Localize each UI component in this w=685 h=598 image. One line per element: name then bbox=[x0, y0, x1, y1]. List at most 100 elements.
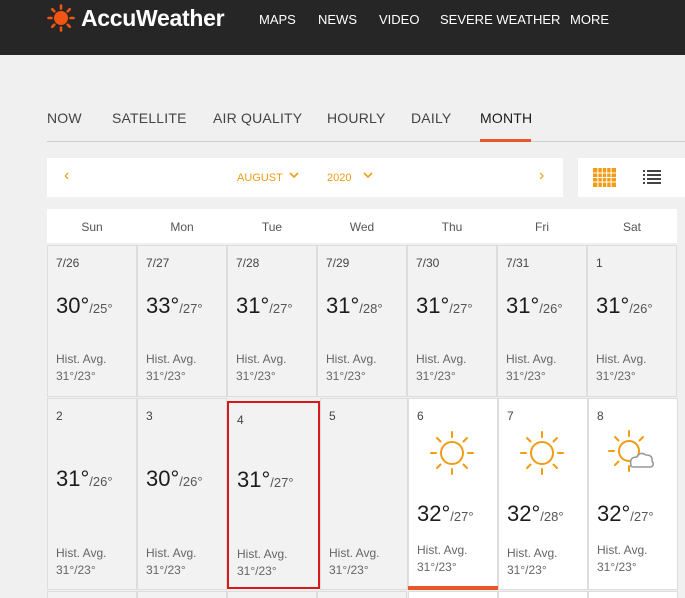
tab-daily[interactable]: DAILY bbox=[411, 110, 451, 126]
hist-avg-label: Hist. Avg. bbox=[146, 352, 197, 366]
tab-satellite[interactable]: SATELLITE bbox=[112, 110, 187, 126]
calendar-day-cell[interactable]: 2 31°/26° Hist. Avg. 31°/23° bbox=[47, 398, 137, 590]
high-temp: 30° bbox=[56, 293, 90, 318]
accuweather-logo[interactable]: AccuWeather bbox=[47, 3, 225, 33]
high-temp: 31° bbox=[506, 293, 540, 318]
sun-icon bbox=[520, 431, 564, 475]
high-temp: 31° bbox=[596, 293, 630, 318]
hist-avg-value: 31°/23° bbox=[326, 369, 366, 383]
calendar-day-cell[interactable]: 7 32°/28° Hist. Avg. 31°/23° bbox=[498, 398, 588, 590]
hist-avg-label: Hist. Avg. bbox=[596, 352, 647, 366]
low-temp: /27° bbox=[269, 301, 293, 316]
hist-avg-value: 31°/23° bbox=[507, 563, 547, 577]
hist-avg-value: 31°/23° bbox=[236, 369, 276, 383]
nav-video[interactable]: VIDEO bbox=[379, 12, 419, 27]
tab-now[interactable]: NOW bbox=[47, 110, 82, 126]
high-temp: 31° bbox=[237, 467, 271, 492]
high-temp: 32° bbox=[417, 501, 451, 526]
calendar-day-cell[interactable] bbox=[408, 591, 498, 598]
low-temp: /26° bbox=[89, 474, 113, 489]
calendar-day-cell[interactable]: 8 32°/27° Hist. Avg. 31°/23° bbox=[588, 398, 678, 590]
calendar-day-cell[interactable] bbox=[227, 591, 317, 598]
tab-air-quality[interactable]: AIR QUALITY bbox=[213, 110, 302, 126]
weekday-header: Fri bbox=[497, 209, 587, 243]
weekday-header: Thu bbox=[407, 209, 497, 243]
calendar-day-cell[interactable]: 1 31°/26° Hist. Avg. 31°/23° bbox=[587, 245, 677, 397]
low-temp: /25° bbox=[89, 301, 113, 316]
low-temp: /27° bbox=[179, 301, 203, 316]
calendar-day-cell[interactable]: 3 30°/26° Hist. Avg. 31°/23° bbox=[137, 398, 227, 590]
calendar-day-cell[interactable] bbox=[588, 591, 678, 598]
low-temp: /26° bbox=[179, 474, 203, 489]
low-temp: /28° bbox=[540, 509, 564, 524]
day-date: 7/30 bbox=[416, 256, 440, 270]
day-date: 7/28 bbox=[236, 256, 260, 270]
previous-month-button[interactable]: ‹ bbox=[64, 167, 69, 185]
hist-avg-value: 31°/23° bbox=[596, 369, 636, 383]
tab-hourly[interactable]: HOURLY bbox=[327, 110, 386, 126]
calendar-day-cell[interactable] bbox=[317, 591, 407, 598]
hist-avg-label: Hist. Avg. bbox=[326, 352, 377, 366]
high-temp: 30° bbox=[146, 466, 180, 491]
calendar-day-cell[interactable] bbox=[498, 591, 588, 598]
calendar-day-cell[interactable]: 7/26 30°/25° Hist. Avg. 31°/23° bbox=[47, 245, 137, 397]
hist-avg-label: Hist. Avg. bbox=[236, 352, 287, 366]
nav-more[interactable]: MORE bbox=[570, 12, 609, 27]
calendar-day-cell-today[interactable]: 6 32°/27° Hist. Avg. 31°/23° bbox=[408, 398, 498, 590]
high-temp: 32° bbox=[507, 501, 541, 526]
low-temp: /26° bbox=[539, 301, 563, 316]
weekday-header: Sun bbox=[47, 209, 137, 243]
high-temp: 31° bbox=[326, 293, 360, 318]
low-temp: /27° bbox=[630, 509, 654, 524]
day-date: 1 bbox=[596, 256, 603, 270]
sun-logo-icon bbox=[47, 4, 75, 32]
calendar-day-cell[interactable] bbox=[137, 591, 227, 598]
hist-avg-value: 31°/23° bbox=[417, 560, 457, 574]
hist-avg-label: Hist. Avg. bbox=[507, 546, 558, 560]
weekday-header: Mon bbox=[137, 209, 227, 243]
hist-avg-value: 31°/23° bbox=[506, 369, 546, 383]
active-tab-indicator bbox=[480, 139, 531, 142]
day-date: 5 bbox=[329, 409, 336, 423]
calendar-day-cell[interactable]: 7/28 31°/27° Hist. Avg. 31°/23° bbox=[227, 245, 317, 397]
high-temp: 33° bbox=[146, 293, 180, 318]
chevron-down-icon[interactable] bbox=[362, 169, 374, 181]
month-dropdown[interactable]: AUGUST bbox=[237, 172, 283, 184]
high-temp: 31° bbox=[416, 293, 450, 318]
day-date: 7/29 bbox=[326, 256, 350, 270]
year-dropdown[interactable]: 2020 bbox=[327, 172, 351, 184]
high-temp: 31° bbox=[236, 293, 270, 318]
day-date: 4 bbox=[237, 413, 244, 427]
hist-avg-label: Hist. Avg. bbox=[416, 352, 467, 366]
next-month-button[interactable]: › bbox=[539, 167, 544, 185]
hist-avg-value: 31°/23° bbox=[329, 563, 369, 577]
day-date: 7/27 bbox=[146, 256, 170, 270]
calendar-day-cell[interactable]: 7/29 31°/28° Hist. Avg. 31°/23° bbox=[317, 245, 407, 397]
day-date: 7/26 bbox=[56, 256, 80, 270]
list-view-icon[interactable] bbox=[643, 170, 661, 184]
calendar-day-cell[interactable]: 7/27 33°/27° Hist. Avg. 31°/23° bbox=[137, 245, 227, 397]
partly-cloudy-icon bbox=[608, 430, 655, 472]
day-date: 7/31 bbox=[506, 256, 530, 270]
calendar-day-cell[interactable]: 7/30 31°/27° Hist. Avg. 31°/23° bbox=[407, 245, 497, 397]
calendar-day-cell[interactable]: 5 Hist. Avg. 31°/23° bbox=[320, 398, 408, 590]
forecast-tabs: NOW SATELLITE AIR QUALITY HOURLY DAILY M… bbox=[47, 108, 685, 142]
weekday-header: Sat bbox=[587, 209, 677, 243]
nav-maps[interactable]: MAPS bbox=[259, 12, 296, 27]
calendar-day-cell[interactable]: 7/31 31°/26° Hist. Avg. 31°/23° bbox=[497, 245, 587, 397]
calendar-day-cell-selected[interactable]: 4 31°/27° Hist. Avg. 31°/23° bbox=[227, 401, 320, 589]
view-toggle bbox=[578, 158, 685, 197]
calendar-day-cell[interactable] bbox=[47, 591, 137, 598]
tab-month[interactable]: MONTH bbox=[480, 110, 532, 126]
nav-severe-weather[interactable]: SEVERE WEATHER bbox=[440, 12, 560, 27]
hist-avg-value: 31°/23° bbox=[237, 564, 277, 578]
low-temp: /26° bbox=[629, 301, 653, 316]
sun-icon bbox=[430, 431, 474, 475]
calendar-grid-icon[interactable] bbox=[593, 168, 616, 187]
nav-news[interactable]: NEWS bbox=[318, 12, 357, 27]
hist-avg-value: 31°/23° bbox=[56, 369, 96, 383]
top-navigation-bar: AccuWeather MAPS NEWS VIDEO SEVERE WEATH… bbox=[0, 0, 685, 55]
day-date: 7 bbox=[507, 409, 514, 423]
low-temp: /27° bbox=[449, 301, 473, 316]
chevron-down-icon[interactable] bbox=[288, 169, 300, 181]
